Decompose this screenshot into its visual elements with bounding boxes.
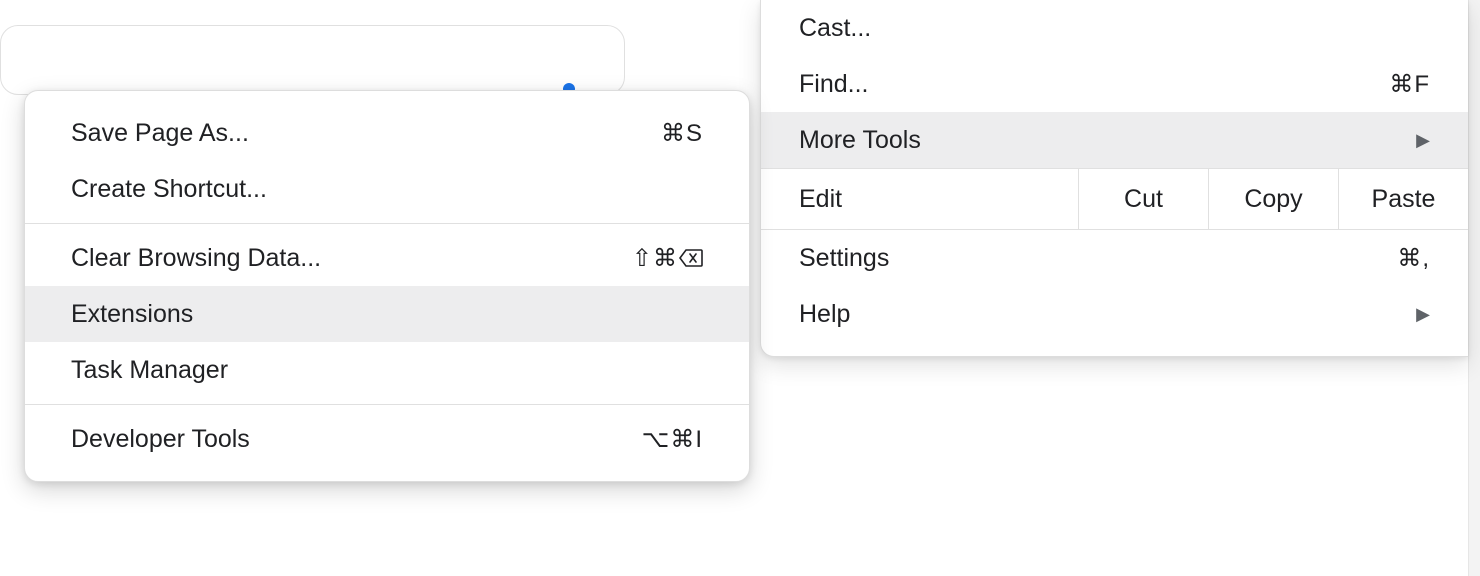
edit-cut-button[interactable]: Cut — [1078, 169, 1208, 229]
menu-item-find[interactable]: Find... ⌘F — [761, 56, 1468, 112]
menu-label: Cast... — [799, 14, 1430, 43]
edit-paste-button[interactable]: Paste — [1338, 169, 1468, 229]
submenu-item-extensions[interactable]: Extensions — [25, 286, 749, 342]
menu-label: Help — [799, 300, 1416, 329]
submenu-shortcut: ⌥⌘I — [642, 425, 703, 454]
menu-item-help[interactable]: Help ▶ — [761, 286, 1468, 342]
edit-copy-button[interactable]: Copy — [1208, 169, 1338, 229]
submenu-label: Developer Tools — [71, 425, 642, 454]
submenu-item-clear-browsing-data[interactable]: Clear Browsing Data... ⇧⌘ — [25, 230, 749, 286]
more-tools-submenu: Save Page As... ⌘S Create Shortcut... Cl… — [24, 90, 750, 482]
menu-item-more-tools[interactable]: More Tools ▶ — [761, 112, 1468, 168]
submenu-item-create-shortcut[interactable]: Create Shortcut... — [25, 161, 749, 217]
menu-label: More Tools — [799, 126, 1416, 155]
submenu-label: Extensions — [71, 300, 703, 329]
menu-divider — [25, 223, 749, 224]
chevron-right-icon: ▶ — [1416, 304, 1430, 325]
menu-divider — [25, 404, 749, 405]
submenu-item-save-page[interactable]: Save Page As... ⌘S — [25, 105, 749, 161]
submenu-label: Task Manager — [71, 356, 703, 385]
submenu-item-developer-tools[interactable]: Developer Tools ⌥⌘I — [25, 411, 749, 467]
menu-shortcut: ⌘F — [1389, 70, 1430, 99]
submenu-label: Clear Browsing Data... — [71, 244, 632, 273]
menu-item-edit-row: Edit Cut Copy Paste — [761, 168, 1468, 230]
submenu-label: Create Shortcut... — [71, 175, 703, 204]
menu-item-settings[interactable]: Settings ⌘, — [761, 230, 1468, 286]
menu-label: Find... — [799, 70, 1389, 99]
shortcut-text: ⇧⌘ — [632, 244, 678, 273]
chevron-right-icon: ▶ — [1416, 130, 1430, 151]
menu-shortcut: ⌘, — [1397, 244, 1430, 273]
submenu-label: Save Page As... — [71, 119, 661, 148]
backspace-icon — [679, 249, 703, 267]
edit-label: Edit — [761, 169, 1078, 229]
browser-tab-fragment — [0, 25, 625, 95]
window-edge — [1468, 0, 1480, 576]
submenu-shortcut: ⇧⌘ — [632, 244, 703, 273]
menu-label: Settings — [799, 244, 1397, 273]
menu-item-cast[interactable]: Cast... — [761, 0, 1468, 56]
submenu-item-task-manager[interactable]: Task Manager — [25, 342, 749, 398]
browser-main-menu: Cast... Find... ⌘F More Tools ▶ Edit Cut… — [760, 0, 1468, 357]
submenu-shortcut: ⌘S — [661, 119, 703, 148]
